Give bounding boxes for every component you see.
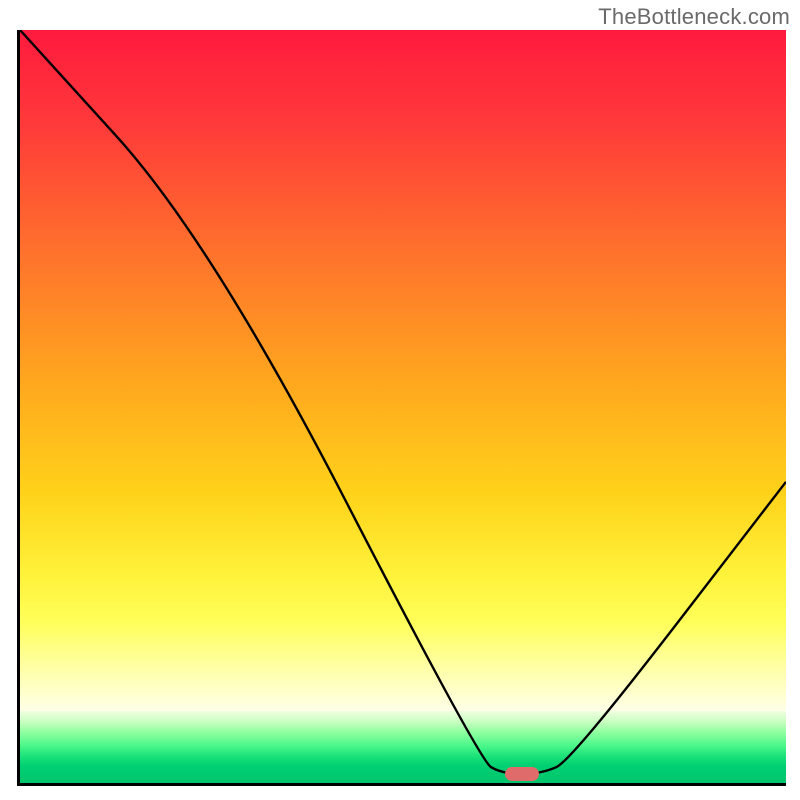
optimal-marker — [505, 767, 539, 781]
curve-path — [20, 30, 786, 774]
plot-area — [17, 30, 786, 786]
watermark-text: TheBottleneck.com — [598, 4, 790, 30]
chart-container: TheBottleneck.com — [0, 0, 800, 800]
bottleneck-curve — [20, 30, 786, 783]
